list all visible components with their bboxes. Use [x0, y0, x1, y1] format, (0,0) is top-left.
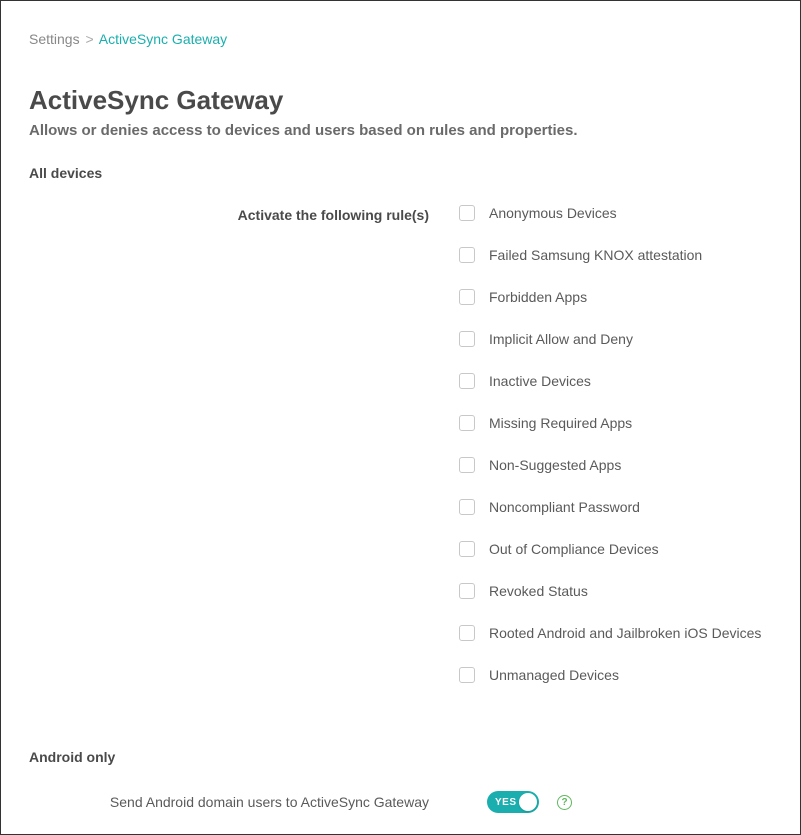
rule-label: Non-Suggested Apps	[489, 457, 621, 473]
rule-row: Forbidden Apps	[459, 289, 772, 305]
rule-checkbox[interactable]	[459, 667, 475, 683]
rule-row: Noncompliant Password	[459, 499, 772, 515]
rule-label: Implicit Allow and Deny	[489, 331, 633, 347]
breadcrumb-current[interactable]: ActiveSync Gateway	[99, 31, 227, 47]
rule-label: Failed Samsung KNOX attestation	[489, 247, 702, 263]
rule-label: Noncompliant Password	[489, 499, 640, 515]
rule-label: Missing Required Apps	[489, 415, 632, 431]
rule-checkbox[interactable]	[459, 373, 475, 389]
rule-checkbox[interactable]	[459, 625, 475, 641]
rule-checkbox[interactable]	[459, 247, 475, 263]
rules-form-area: Activate the following rule(s) Anonymous…	[29, 205, 772, 709]
breadcrumb: Settings > ActiveSync Gateway	[29, 31, 772, 47]
rule-label: Anonymous Devices	[489, 205, 617, 221]
rule-checkbox[interactable]	[459, 583, 475, 599]
rule-label: Revoked Status	[489, 583, 588, 599]
rule-checkbox[interactable]	[459, 289, 475, 305]
rule-label: Forbidden Apps	[489, 289, 587, 305]
rule-checkbox[interactable]	[459, 415, 475, 431]
rule-row: Rooted Android and Jailbroken iOS Device…	[459, 625, 772, 641]
breadcrumb-separator: >	[85, 31, 93, 47]
section-heading-android-only: Android only	[29, 749, 772, 765]
rule-checkbox[interactable]	[459, 499, 475, 515]
send-android-users-toggle[interactable]: YES	[487, 791, 539, 813]
rule-row: Revoked Status	[459, 583, 772, 599]
toggle-state-text: YES	[495, 797, 517, 808]
rule-row: Implicit Allow and Deny	[459, 331, 772, 347]
breadcrumb-root[interactable]: Settings	[29, 31, 80, 47]
page-subtitle: Allows or denies access to devices and u…	[29, 122, 772, 139]
rule-row: Out of Compliance Devices	[459, 541, 772, 557]
rule-row: Missing Required Apps	[459, 415, 772, 431]
rule-label: Out of Compliance Devices	[489, 541, 659, 557]
rule-row: Anonymous Devices	[459, 205, 772, 221]
rule-checkbox[interactable]	[459, 457, 475, 473]
rule-checkbox[interactable]	[459, 331, 475, 347]
rule-row: Unmanaged Devices	[459, 667, 772, 683]
toggle-wrap: YES ?	[459, 791, 572, 813]
rules-label: Activate the following rule(s)	[29, 205, 459, 223]
rule-label: Unmanaged Devices	[489, 667, 619, 683]
android-row: Send Android domain users to ActiveSync …	[29, 791, 772, 813]
rule-row: Inactive Devices	[459, 373, 772, 389]
rule-label: Rooted Android and Jailbroken iOS Device…	[489, 625, 761, 641]
rule-checkbox[interactable]	[459, 205, 475, 221]
rule-row: Failed Samsung KNOX attestation	[459, 247, 772, 263]
rule-row: Non-Suggested Apps	[459, 457, 772, 473]
rule-label: Inactive Devices	[489, 373, 591, 389]
rules-list: Anonymous Devices Failed Samsung KNOX att…	[459, 205, 772, 709]
page-title: ActiveSync Gateway	[29, 85, 772, 116]
toggle-knob	[519, 793, 537, 811]
section-heading-all-devices: All devices	[29, 165, 772, 181]
help-icon[interactable]: ?	[557, 795, 572, 810]
rule-checkbox[interactable]	[459, 541, 475, 557]
android-toggle-label: Send Android domain users to ActiveSync …	[29, 794, 459, 810]
